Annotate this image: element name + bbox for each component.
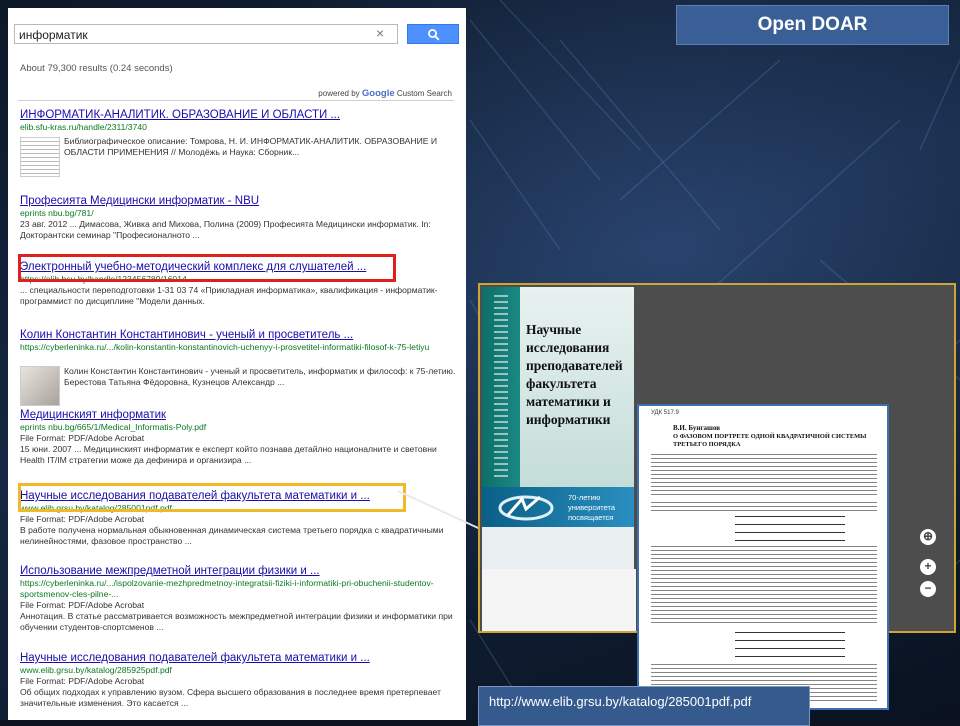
search-result: ИНФОРМАТИК-АНАЛИТИК. ОБРАЗОВАНИЕ И ОБЛАС… (20, 108, 456, 177)
highlight-box-red (18, 254, 396, 282)
result-title-link[interactable]: Медицинският информатик (20, 408, 456, 422)
result-file-format: File Format: PDF/Adobe Acrobat (20, 600, 145, 610)
search-result: Научные исследования подавателей факульт… (20, 651, 456, 709)
article-equation (735, 632, 845, 658)
article-text-block (651, 546, 877, 626)
cover-spine (482, 287, 520, 487)
result-url: elib.sfu-kras.ru/handle/2311/3740 (20, 122, 147, 132)
result-snippet: 23 авг. 2012 ... Димасова, Живка and Мих… (20, 219, 431, 240)
url-caption: http://www.elib.grsu.by/katalog/285001pd… (478, 686, 810, 726)
result-thumbnail[interactable] (20, 137, 60, 177)
result-snippet: Об общих подходах к управлению вузом. Сф… (20, 687, 441, 708)
search-result: Медицинският информатик eprints nbu.bg/6… (20, 408, 456, 466)
search-results-panel: × About 79,300 results (0.24 seconds) po… (8, 8, 466, 720)
search-bar: × (14, 22, 460, 48)
result-thumbnail[interactable] (20, 366, 60, 406)
result-file-format: File Format: PDF/Adobe Acrobat (20, 676, 145, 686)
result-url: https://cyberleninka.ru/.../ispolzovanie… (20, 578, 434, 599)
result-title-link[interactable]: Професията Медицински информатик - NBU (20, 194, 456, 208)
results-divider (18, 100, 454, 101)
article-header: УДК 517.9 (651, 410, 679, 416)
highlight-box-yellow (18, 483, 406, 512)
result-file-format: File Format: PDF/Adobe Acrobat (20, 433, 145, 443)
search-result: Професията Медицински информатик - NBU e… (20, 194, 456, 241)
search-result: Использование межпредметной интеграции ф… (20, 564, 456, 633)
article-text-block (651, 502, 877, 512)
result-url: www.elib.grsu.by/katalog/285925pdf.pdf (20, 665, 172, 675)
result-snippet: Библиографическое описание: Томрова, Н. … (64, 136, 438, 157)
zoom-out-button[interactable]: − (920, 581, 936, 597)
result-title-link[interactable]: Научные исследования подавателей факульт… (20, 651, 456, 665)
search-result: Колин Константин Константинович - ученый… (20, 328, 456, 406)
article-title: О ФАЗОВОМ ПОРТРЕТЕ ОДНОЙ КВАДРАТИЧНОЙ СИ… (673, 433, 867, 448)
result-snippet: 15 юни. 2007 ... Медицинският информатик… (20, 444, 437, 465)
zoom-in-button[interactable]: + (920, 559, 936, 575)
result-title-link[interactable]: ИНФОРМАТИК-АНАЛИТИК. ОБРАЗОВАНИЕ И ОБЛАС… (20, 108, 456, 122)
close-icon[interactable]: × (376, 25, 384, 41)
search-button[interactable] (407, 24, 459, 44)
result-url: eprints nbu.bg/781/ (20, 208, 94, 218)
result-title-link[interactable]: Использование межпредметной интеграции ф… (20, 564, 456, 578)
search-input[interactable] (14, 24, 398, 44)
cover-bottom (482, 527, 634, 569)
zoom-reset-button[interactable]: ⊕ (920, 529, 936, 545)
google-logo: Google (361, 88, 395, 99)
powered-suffix: Custom Search (396, 89, 452, 98)
university-logo-icon (498, 495, 554, 521)
powered-prefix: powered by (318, 89, 360, 98)
cover-title: Научные исследования преподавателей факу… (526, 322, 623, 427)
article-text-block (651, 454, 877, 498)
result-title-link[interactable]: Колин Константин Константинович - ученый… (20, 328, 456, 342)
magnifier-icon (428, 29, 440, 41)
result-snippet: Аннотация. В статье рассматривается возм… (20, 611, 453, 632)
article-page: УДК 517.9 В.И. Бунгашов О ФАЗОВОМ ПОРТРЕ… (637, 404, 889, 710)
article-equation (735, 516, 845, 542)
book-cover: Научные исследования преподавателей факу… (482, 287, 634, 569)
result-stats: About 79,300 results (0.24 seconds) (20, 63, 173, 74)
result-snippet: ... специальности переподготовки 1-31 03… (20, 285, 438, 306)
powered-by: powered by Google Custom Search (318, 88, 452, 99)
slide-title: Open DOAR (676, 5, 949, 45)
result-url: https://cyberleninka.ru/.../kolin-konsta… (20, 342, 430, 352)
viewer-page-strip (482, 569, 636, 631)
result-url: eprints nbu.bg/665/1/Medical_Informatis-… (20, 422, 207, 432)
cover-subtitle: 70-летию университета посвящается (568, 493, 616, 522)
result-snippet: Колин Константин Константинович - ученый… (64, 366, 456, 387)
article-author: В.И. Бунгашов (673, 424, 721, 432)
